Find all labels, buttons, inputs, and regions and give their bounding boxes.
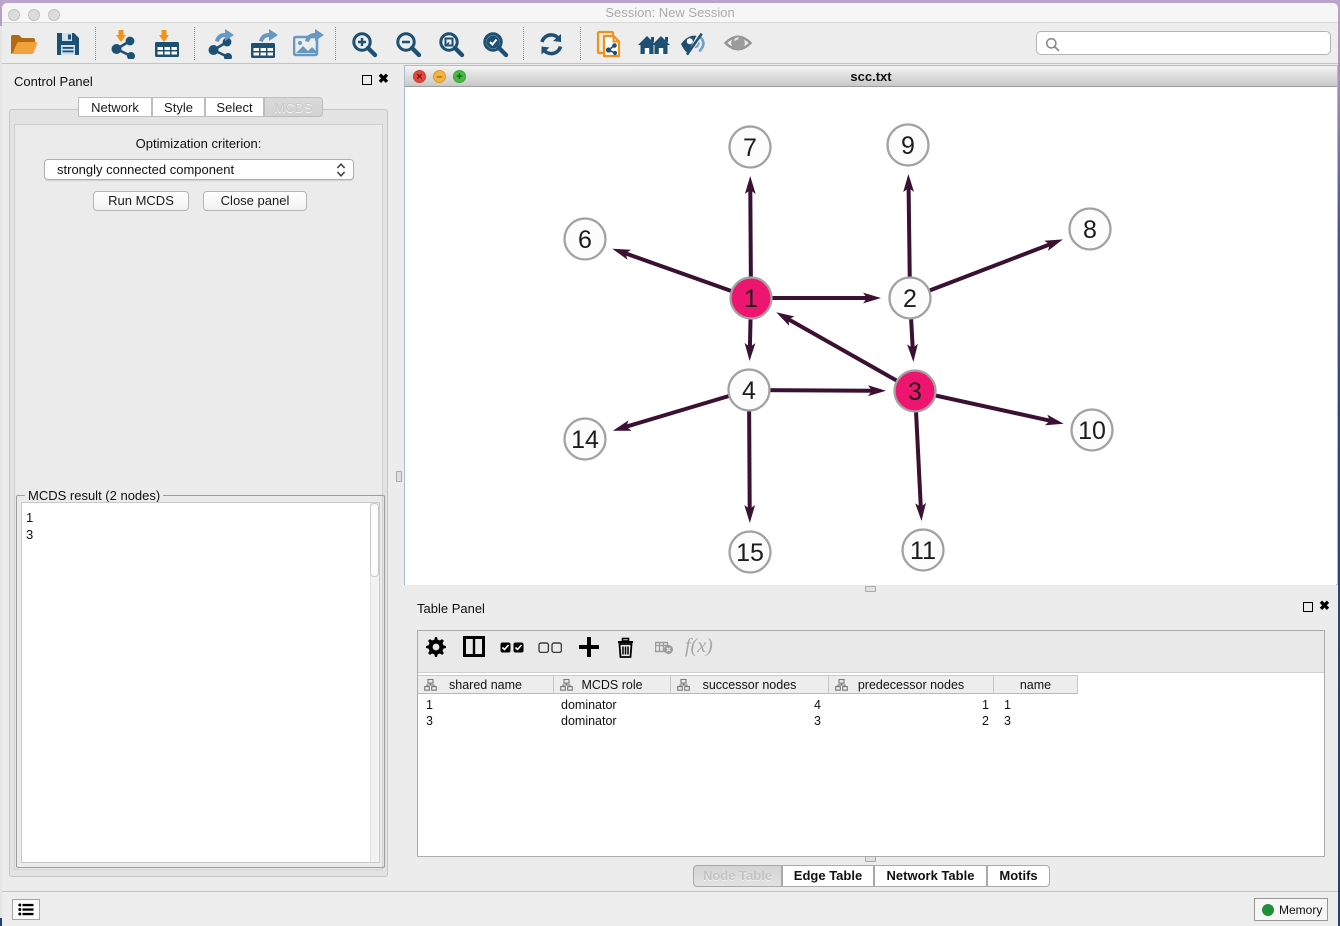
svg-text:8: 8 bbox=[1083, 216, 1097, 244]
svg-text:9: 9 bbox=[901, 132, 915, 160]
svg-text:1: 1 bbox=[744, 285, 758, 313]
svg-text:4: 4 bbox=[742, 377, 756, 405]
svg-text:15: 15 bbox=[736, 539, 764, 567]
svg-text:11: 11 bbox=[910, 537, 936, 565]
svg-text:3: 3 bbox=[908, 378, 922, 406]
svg-text:6: 6 bbox=[578, 226, 592, 254]
svg-text:7: 7 bbox=[743, 134, 757, 162]
svg-text:10: 10 bbox=[1078, 417, 1106, 445]
svg-text:14: 14 bbox=[571, 426, 599, 454]
svg-text:2: 2 bbox=[903, 285, 917, 313]
svg-text:f(x): f(x) bbox=[685, 636, 713, 657]
